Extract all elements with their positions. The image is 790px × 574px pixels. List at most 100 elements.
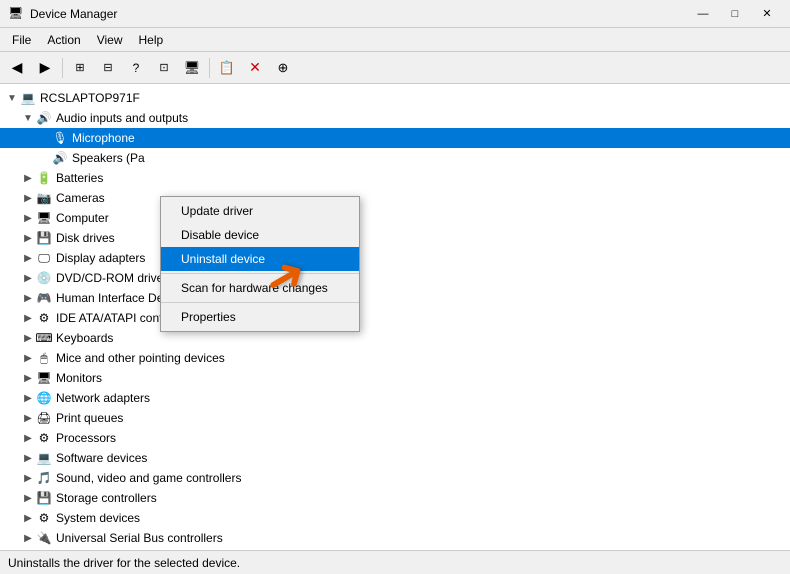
toolbar-disable[interactable]: ✕ bbox=[242, 55, 268, 81]
ctx-sep-2 bbox=[161, 302, 359, 303]
sound-arrow: ▶ bbox=[20, 473, 36, 484]
window-title: Device Manager bbox=[30, 7, 688, 21]
menu-help[interactable]: Help bbox=[131, 31, 172, 49]
display-icon: 🖵 bbox=[36, 250, 52, 266]
toolbar-back[interactable]: ◀ bbox=[4, 55, 30, 81]
tree-item-sound[interactable]: ▶ 🎵 Sound, video and game controllers bbox=[0, 468, 790, 488]
toolbar: ◀ ▶ ⊞ ⊟ ? ⊡ 🖥 📋 ✕ ⊕ bbox=[0, 52, 790, 84]
main-area: PC ▼ 💻 RCSLAPTOP971F ▼ 🔊 Audio inputs an… bbox=[0, 84, 790, 550]
tree-item-hid[interactable]: ▶ 🎮 Human Interface Devices bbox=[0, 288, 790, 308]
root-arrow: ▼ bbox=[4, 93, 20, 104]
tree-item-batteries[interactable]: ▶ 🔋 Batteries bbox=[0, 168, 790, 188]
audio-label: Audio inputs and outputs bbox=[56, 111, 188, 125]
toolbar-forward[interactable]: ▶ bbox=[32, 55, 58, 81]
toolbar-uninstall[interactable]: 📋 bbox=[214, 55, 240, 81]
cameras-label: Cameras bbox=[56, 191, 105, 205]
software-label: Software devices bbox=[56, 451, 147, 465]
keyboards-icon: ⌨ bbox=[36, 330, 52, 346]
tree-item-computer[interactable]: ▶ 🖥 Computer bbox=[0, 208, 790, 228]
usb-arrow: ▶ bbox=[20, 533, 36, 544]
tree-item-processors[interactable]: ▶ ⚙ Processors bbox=[0, 428, 790, 448]
computer-tree-icon: 🖥 bbox=[36, 210, 52, 226]
batteries-arrow: ▶ bbox=[20, 173, 36, 184]
menu-action[interactable]: Action bbox=[39, 31, 88, 49]
ctx-scan-hardware[interactable]: Scan for hardware changes bbox=[161, 276, 359, 300]
audio-arrow: ▼ bbox=[20, 113, 36, 124]
ide-icon: ⚙ bbox=[36, 310, 52, 326]
ctx-update-driver[interactable]: Update driver bbox=[161, 199, 359, 223]
system-arrow: ▶ bbox=[20, 513, 36, 524]
toolbar-help[interactable]: ? bbox=[123, 55, 149, 81]
print-label: Print queues bbox=[56, 411, 123, 425]
tree-root[interactable]: ▼ 💻 RCSLAPTOP971F bbox=[0, 88, 790, 108]
device-tree[interactable]: ▼ 💻 RCSLAPTOP971F ▼ 🔊 Audio inputs and o… bbox=[0, 84, 790, 550]
tree-item-speakers[interactable]: 🔊 Speakers (Pa bbox=[0, 148, 790, 168]
network-arrow: ▶ bbox=[20, 393, 36, 404]
ide-arrow: ▶ bbox=[20, 313, 36, 324]
usb-label: Universal Serial Bus controllers bbox=[56, 531, 223, 545]
tree-item-monitors[interactable]: ▶ 🖥 Monitors bbox=[0, 368, 790, 388]
minimize-button[interactable]: — bbox=[688, 4, 718, 24]
cameras-arrow: ▶ bbox=[20, 193, 36, 204]
monitors-arrow: ▶ bbox=[20, 373, 36, 384]
network-label: Network adapters bbox=[56, 391, 150, 405]
processors-label: Processors bbox=[56, 431, 116, 445]
tree-item-ide[interactable]: ▶ ⚙ IDE ATA/ATAPI controllers bbox=[0, 308, 790, 328]
toolbar-properties[interactable]: ⊞ bbox=[67, 55, 93, 81]
mice-arrow: ▶ bbox=[20, 353, 36, 364]
tree-item-cameras[interactable]: ▶ 📷 Cameras bbox=[0, 188, 790, 208]
tree-item-mice[interactable]: ▶ 🖱 Mice and other pointing devices bbox=[0, 348, 790, 368]
keyboards-arrow: ▶ bbox=[20, 333, 36, 344]
ctx-disable-device[interactable]: Disable device bbox=[161, 223, 359, 247]
tree-item-microphone[interactable]: 🎙 Microphone bbox=[0, 128, 790, 148]
computer-label: Computer bbox=[56, 211, 109, 225]
dvd-label: DVD/CD-ROM drives bbox=[56, 271, 169, 285]
tree-item-software[interactable]: ▶ 💻 Software devices bbox=[0, 448, 790, 468]
system-icon: ⚙ bbox=[36, 510, 52, 526]
tree-item-print[interactable]: ▶ 🖨 Print queues bbox=[0, 408, 790, 428]
tree-item-disk[interactable]: ▶ 💾 Disk drives bbox=[0, 228, 790, 248]
close-button[interactable]: ✕ bbox=[752, 4, 782, 24]
network-icon: 🌐 bbox=[36, 390, 52, 406]
processors-arrow: ▶ bbox=[20, 433, 36, 444]
toolbar-add[interactable]: ⊕ bbox=[270, 55, 296, 81]
disk-label: Disk drives bbox=[56, 231, 115, 245]
toolbar-computer[interactable]: 🖥 bbox=[179, 55, 205, 81]
status-text: Uninstalls the driver for the selected d… bbox=[8, 556, 240, 570]
hid-icon: 🎮 bbox=[36, 290, 52, 306]
batteries-label: Batteries bbox=[56, 171, 103, 185]
tree-item-display[interactable]: ▶ 🖵 Display adapters bbox=[0, 248, 790, 268]
computer-arrow: ▶ bbox=[20, 213, 36, 224]
software-arrow: ▶ bbox=[20, 453, 36, 464]
toolbar-sep-1 bbox=[62, 58, 63, 78]
tree-item-audio[interactable]: ▼ 🔊 Audio inputs and outputs bbox=[0, 108, 790, 128]
hid-arrow: ▶ bbox=[20, 293, 36, 304]
ctx-uninstall-device[interactable]: Uninstall device bbox=[161, 247, 359, 271]
tree-item-usb[interactable]: ▶ 🔌 Universal Serial Bus controllers bbox=[0, 528, 790, 548]
tree-item-keyboards[interactable]: ▶ ⌨ Keyboards bbox=[0, 328, 790, 348]
menu-view[interactable]: View bbox=[89, 31, 131, 49]
monitors-label: Monitors bbox=[56, 371, 102, 385]
toolbar-scan[interactable]: ⊡ bbox=[151, 55, 177, 81]
storage-arrow: ▶ bbox=[20, 493, 36, 504]
title-bar: 🖥 Device Manager — □ ✕ bbox=[0, 0, 790, 28]
tree-item-network[interactable]: ▶ 🌐 Network adapters bbox=[0, 388, 790, 408]
toolbar-sep-2 bbox=[209, 58, 210, 78]
print-arrow: ▶ bbox=[20, 413, 36, 424]
tree-item-dvd[interactable]: ▶ 💿 DVD/CD-ROM drives bbox=[0, 268, 790, 288]
mice-label: Mice and other pointing devices bbox=[56, 351, 225, 365]
maximize-button[interactable]: □ bbox=[720, 4, 750, 24]
display-arrow: ▶ bbox=[20, 253, 36, 264]
menu-file[interactable]: File bbox=[4, 31, 39, 49]
microphone-label: Microphone bbox=[72, 131, 135, 145]
usb-icon: 🔌 bbox=[36, 530, 52, 546]
speakers-label: Speakers (Pa bbox=[72, 151, 145, 165]
monitors-icon: 🖥 bbox=[36, 370, 52, 386]
sound-label: Sound, video and game controllers bbox=[56, 471, 241, 485]
cameras-icon: 📷 bbox=[36, 190, 52, 206]
tree-item-storage[interactable]: ▶ 💾 Storage controllers bbox=[0, 488, 790, 508]
tree-item-system[interactable]: ▶ ⚙ System devices bbox=[0, 508, 790, 528]
toolbar-update[interactable]: ⊟ bbox=[95, 55, 121, 81]
disk-arrow: ▶ bbox=[20, 233, 36, 244]
ctx-properties[interactable]: Properties bbox=[161, 305, 359, 329]
